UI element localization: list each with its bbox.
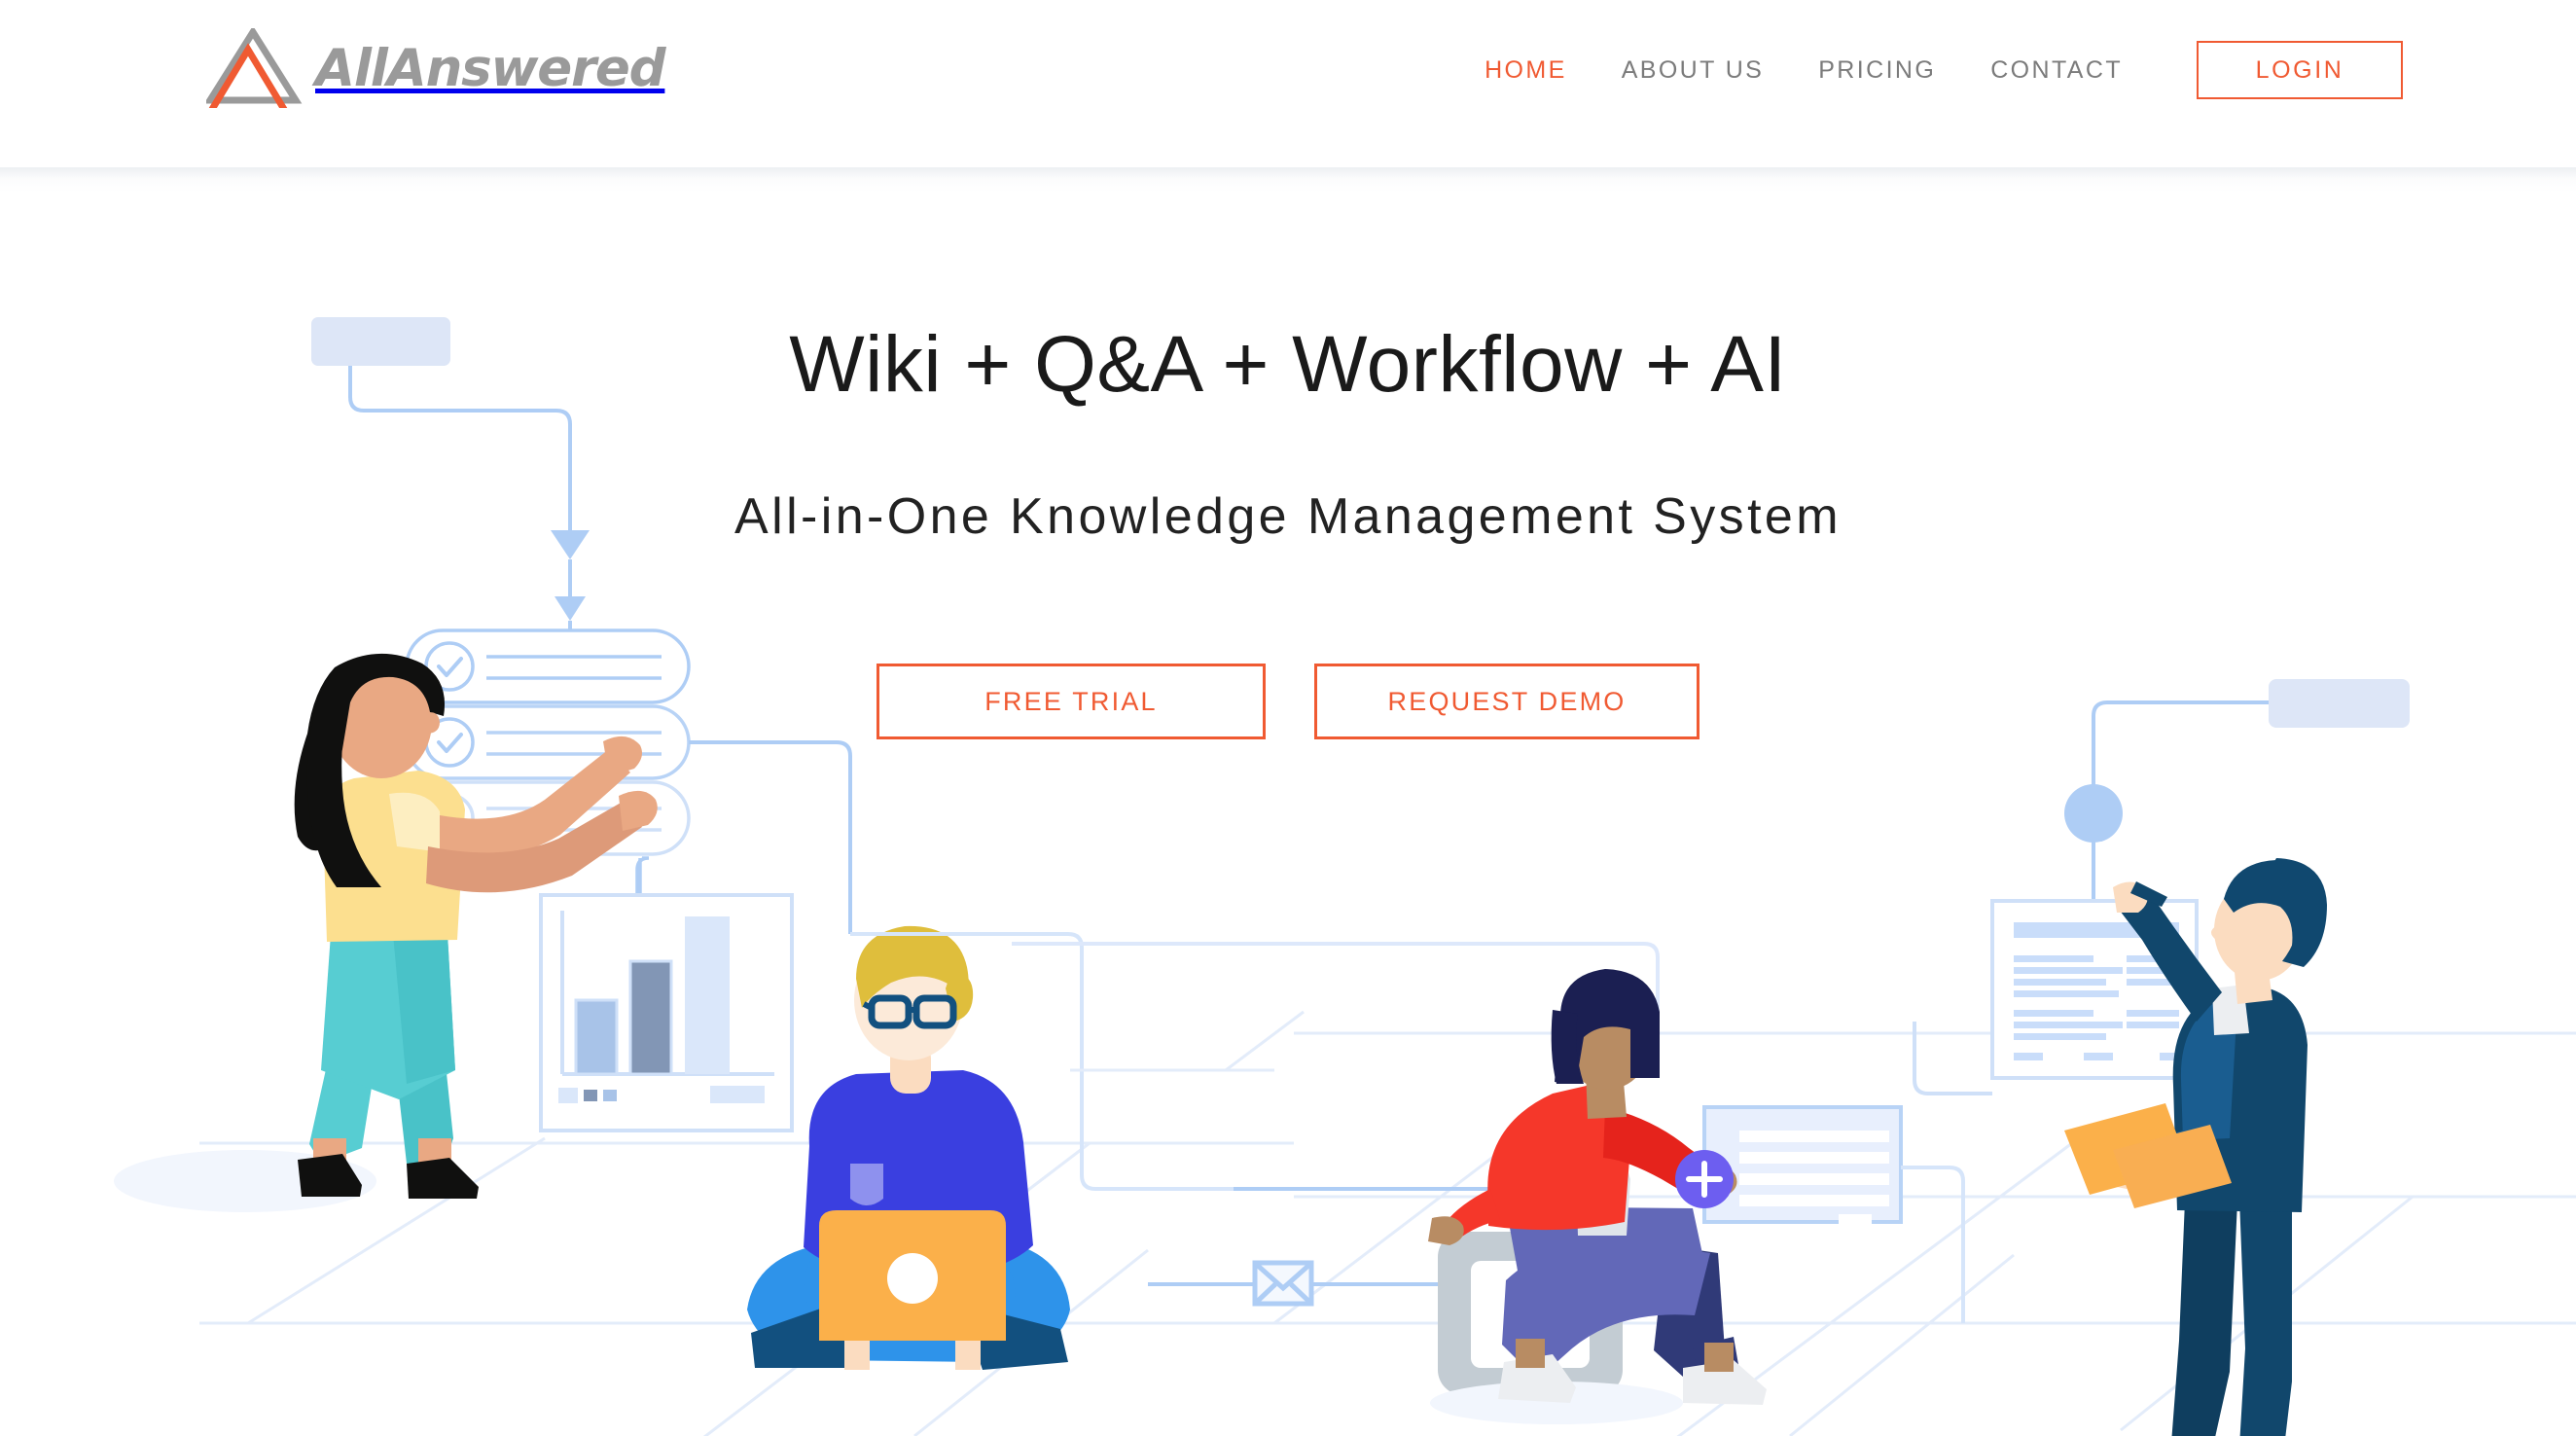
cta-button-row: FREE TRIAL REQUEST DEMO — [0, 664, 2576, 739]
figure-woman-plus — [1428, 969, 1767, 1424]
site-logo[interactable]: AllAnswered — [206, 27, 666, 109]
landing-page: Wiki + Q&A + Workflow + AI All-in-One Kn… — [0, 0, 2576, 1436]
header-shadow — [0, 167, 2576, 193]
document-card — [1702, 1105, 1903, 1236]
login-button[interactable]: LOGIN — [2197, 41, 2403, 99]
bar-chart-widget — [539, 856, 794, 1132]
nav-item-contact[interactable]: CONTACT — [1963, 43, 2150, 97]
nav-item-home[interactable]: HOME — [1457, 43, 1594, 97]
request-demo-button[interactable]: REQUEST DEMO — [1314, 664, 1699, 739]
nav-item-about-us[interactable]: ABOUT US — [1594, 43, 1792, 97]
nav-item-pricing[interactable]: PRICING — [1791, 43, 1963, 97]
main-navigation: HOME ABOUT US PRICING CONTACT LOGIN — [1457, 41, 2403, 99]
free-trial-button[interactable]: FREE TRIAL — [877, 664, 1266, 739]
page-subtitle: All-in-One Knowledge Management System — [734, 488, 1842, 545]
figure-man-laptop — [747, 925, 1070, 1370]
site-header: AllAnswered HOME ABOUT US PRICING CONTAC… — [0, 0, 2576, 167]
page-title: Wiki + Q&A + Workflow + AI — [789, 320, 1787, 409]
envelope-icon — [1252, 1260, 1314, 1307]
logo-wordmark: AllAnswered — [315, 38, 666, 98]
allanswered-triangle-icon — [206, 28, 303, 108]
